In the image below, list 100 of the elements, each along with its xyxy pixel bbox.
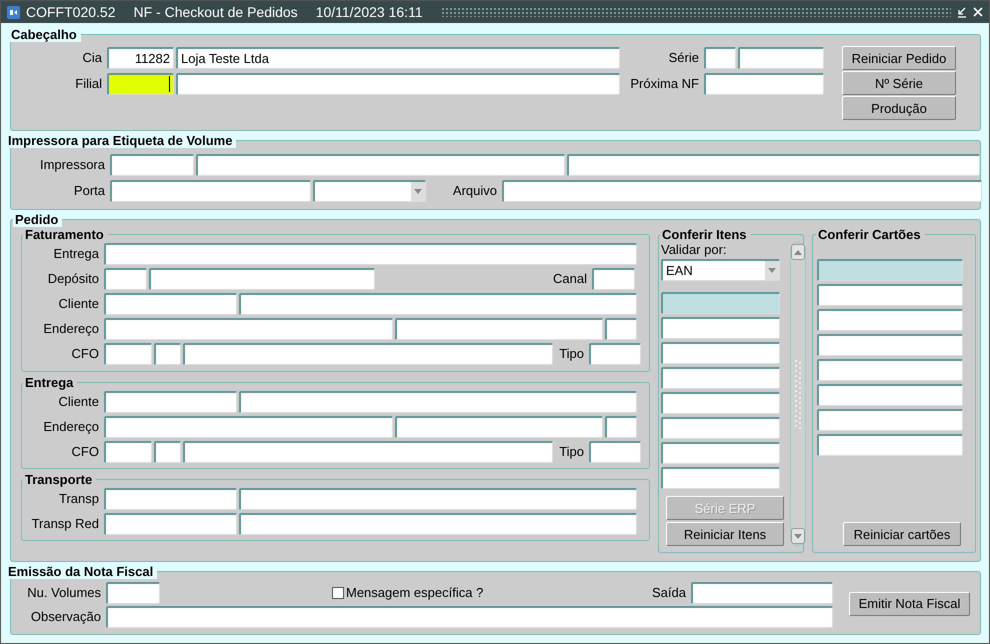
text-field[interactable] bbox=[704, 46, 736, 68]
text-field[interactable]: Loja Teste Ltda bbox=[176, 46, 620, 68]
record-field[interactable] bbox=[661, 292, 780, 314]
field-label: Transp bbox=[58, 491, 100, 506]
checkbox-box[interactable] bbox=[332, 586, 344, 598]
field-label: Observação bbox=[30, 609, 102, 624]
text-field[interactable] bbox=[589, 342, 641, 364]
text-field[interactable] bbox=[149, 268, 375, 290]
text-field[interactable] bbox=[239, 512, 637, 534]
minimize-icon[interactable] bbox=[957, 6, 967, 18]
action-button[interactable]: Reiniciar Itens bbox=[666, 522, 784, 546]
scrollbar[interactable] bbox=[790, 242, 806, 546]
action-button[interactable]: Nº Série bbox=[842, 71, 956, 95]
text-field[interactable]: 11282 bbox=[107, 46, 174, 68]
text-field[interactable] bbox=[605, 416, 637, 438]
text-field[interactable] bbox=[104, 416, 393, 438]
text-field[interactable] bbox=[104, 342, 152, 364]
record-field[interactable] bbox=[817, 259, 963, 281]
field-label: Arquivo bbox=[452, 183, 498, 198]
record-field[interactable] bbox=[817, 384, 963, 406]
action-button[interactable]: Reiniciar Pedido bbox=[842, 46, 956, 70]
scroll-down-icon[interactable] bbox=[794, 534, 802, 538]
text-field[interactable] bbox=[176, 72, 620, 94]
text-field[interactable] bbox=[567, 154, 980, 176]
field-label: Série bbox=[668, 50, 700, 65]
record-field[interactable] bbox=[817, 359, 963, 381]
record-field[interactable] bbox=[661, 342, 780, 364]
close-icon[interactable] bbox=[973, 7, 983, 17]
scroll-up-icon[interactable] bbox=[794, 250, 802, 254]
caret-icon[interactable] bbox=[414, 188, 422, 194]
text-field[interactable] bbox=[110, 180, 311, 202]
record-field[interactable] bbox=[817, 284, 963, 306]
section-title: Impressora para Etiqueta de Volume bbox=[6, 133, 236, 148]
record-field[interactable] bbox=[661, 442, 780, 464]
field-label: CFO bbox=[70, 346, 100, 361]
field-label: Canal bbox=[552, 271, 588, 286]
record-field[interactable] bbox=[817, 309, 963, 331]
text-field[interactable] bbox=[104, 488, 237, 510]
record-field[interactable] bbox=[817, 434, 963, 456]
text-field[interactable] bbox=[183, 440, 553, 462]
record-field[interactable] bbox=[661, 317, 780, 339]
text-field[interactable] bbox=[704, 72, 824, 94]
text-field[interactable] bbox=[691, 582, 833, 604]
text-field[interactable] bbox=[183, 342, 553, 364]
action-button[interactable]: Produção bbox=[842, 96, 956, 120]
text-field[interactable] bbox=[104, 268, 147, 290]
text-field[interactable] bbox=[104, 512, 237, 534]
text-field[interactable] bbox=[104, 440, 152, 462]
grip-icon bbox=[794, 359, 802, 429]
text-field[interactable] bbox=[239, 292, 637, 314]
field-label: Tipo bbox=[558, 346, 585, 361]
action-button[interactable]: Reiniciar cartões bbox=[843, 522, 961, 546]
dropdown[interactable] bbox=[313, 180, 426, 202]
text-field[interactable] bbox=[239, 390, 637, 412]
text-field[interactable] bbox=[110, 154, 194, 176]
text-field[interactable] bbox=[104, 242, 637, 264]
text-field[interactable] bbox=[154, 440, 181, 462]
record-field[interactable] bbox=[661, 367, 780, 389]
text-field[interactable] bbox=[104, 390, 237, 412]
field-label: Próxima NF bbox=[629, 76, 700, 91]
section-title: Pedido bbox=[13, 212, 62, 227]
field-label: Depósito bbox=[46, 271, 100, 286]
text-field[interactable] bbox=[605, 318, 637, 340]
field-label: Nu. Volumes bbox=[26, 585, 102, 600]
section-title: Cabeçalho bbox=[9, 27, 81, 42]
text-field[interactable] bbox=[106, 582, 160, 604]
window-title: NF - Checkout de Pedidos bbox=[133, 4, 298, 20]
field-label: Endereço bbox=[42, 321, 100, 336]
text-field[interactable] bbox=[154, 342, 181, 364]
record-field[interactable] bbox=[661, 467, 780, 489]
text-field[interactable] bbox=[104, 318, 393, 340]
text-field[interactable] bbox=[107, 72, 174, 94]
field-label: Transp Red bbox=[30, 516, 100, 531]
record-field[interactable] bbox=[661, 417, 780, 439]
field-label: Saída bbox=[651, 585, 687, 600]
text-field[interactable] bbox=[106, 606, 833, 628]
field-label: Porta bbox=[72, 183, 106, 198]
record-field[interactable] bbox=[817, 334, 963, 356]
action-button[interactable]: Emitir Nota Fiscal bbox=[849, 592, 970, 616]
field-label: Cliente bbox=[58, 296, 100, 311]
caret-icon[interactable] bbox=[768, 268, 776, 273]
record-field[interactable] bbox=[661, 392, 780, 414]
field-label: Entrega bbox=[52, 246, 100, 261]
window-datetime: 10/11/2023 16:11 bbox=[316, 4, 423, 20]
text-field[interactable] bbox=[395, 416, 603, 438]
field-label: Tipo bbox=[558, 444, 585, 459]
text-field[interactable] bbox=[395, 318, 603, 340]
field-label: Cliente bbox=[58, 394, 100, 409]
text-field[interactable] bbox=[592, 268, 635, 290]
app-icon bbox=[7, 6, 20, 18]
text-field[interactable] bbox=[738, 46, 824, 68]
text-field[interactable] bbox=[196, 154, 565, 176]
text-field[interactable] bbox=[104, 292, 237, 314]
dropdown[interactable]: EAN bbox=[661, 259, 780, 281]
text-field[interactable] bbox=[589, 440, 641, 462]
record-field[interactable] bbox=[817, 409, 963, 431]
field-label: Cia bbox=[81, 50, 103, 65]
text-field[interactable] bbox=[502, 180, 982, 202]
field-label: Validar por: bbox=[661, 242, 728, 257]
text-field[interactable] bbox=[239, 488, 637, 510]
